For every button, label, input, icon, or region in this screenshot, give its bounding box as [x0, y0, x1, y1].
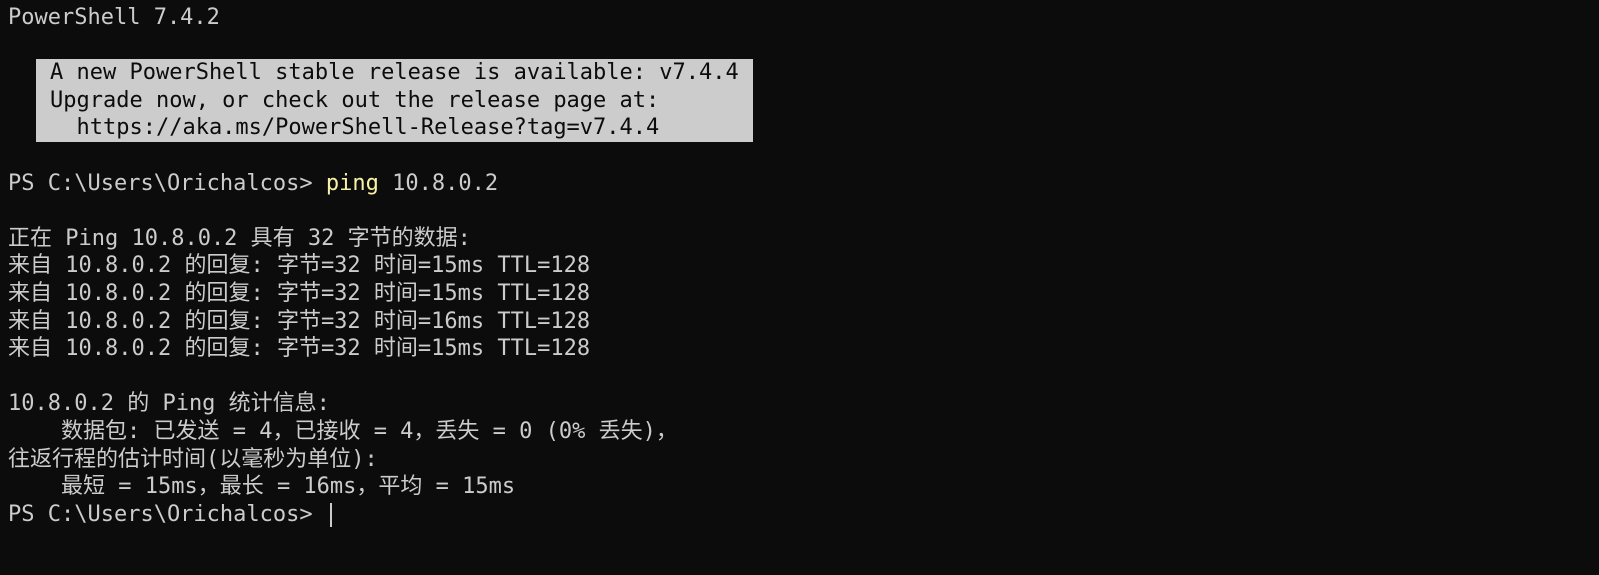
- stats-packets: 数据包: 已发送 = 4，已接收 = 4，丢失 = 0 (0% 丢失)，: [8, 418, 678, 444]
- update-notice: A new PowerShell stable release is avail…: [36, 59, 753, 142]
- input-line[interactable]: PS C:\Users\Orichalcos>: [8, 501, 1599, 529]
- ping-reply: 来自 10.8.0.2 的回复: 字节=32 时间=15ms TTL=128: [8, 253, 591, 279]
- command-line: PS C:\Users\Orichalcos> ping 10.8.0.2: [8, 170, 1599, 198]
- ping-header: 正在 Ping 10.8.0.2 具有 32 字节的数据:: [8, 225, 471, 251]
- terminal-window[interactable]: PowerShell 7.4.2 A new PowerShell stable…: [0, 0, 1599, 575]
- text-cursor: [329, 502, 332, 527]
- final-prompt: PS C:\Users\Orichalcos>: [8, 501, 326, 527]
- command-args: 10.8.0.2: [378, 170, 499, 196]
- rtt-values: 最短 = 15ms，最长 = 16ms，平均 = 15ms: [8, 474, 516, 500]
- version-banner: PowerShell 7.4.2: [8, 5, 220, 30]
- update-notice-link[interactable]: https://aka.ms/PowerShell-Release?tag=v7…: [50, 114, 739, 142]
- update-notice-line-1: A new PowerShell stable release is avail…: [50, 60, 739, 86]
- prompt: PS C:\Users\Orichalcos>: [8, 170, 326, 196]
- command-name: ping: [325, 170, 379, 196]
- stats-header: 10.8.0.2 的 Ping 统计信息:: [8, 391, 330, 417]
- rtt-header: 往返行程的估计时间(以毫秒为单位):: [8, 446, 378, 472]
- ping-reply: 来自 10.8.0.2 的回复: 字节=32 时间=15ms TTL=128: [8, 336, 591, 362]
- update-notice-container: A new PowerShell stable release is avail…: [8, 59, 1599, 142]
- ping-reply: 来自 10.8.0.2 的回复: 字节=32 时间=16ms TTL=128: [8, 308, 591, 334]
- update-notice-line-2: Upgrade now, or check out the release pa…: [50, 87, 660, 113]
- ping-reply: 来自 10.8.0.2 的回复: 字节=32 时间=15ms TTL=128: [8, 280, 591, 306]
